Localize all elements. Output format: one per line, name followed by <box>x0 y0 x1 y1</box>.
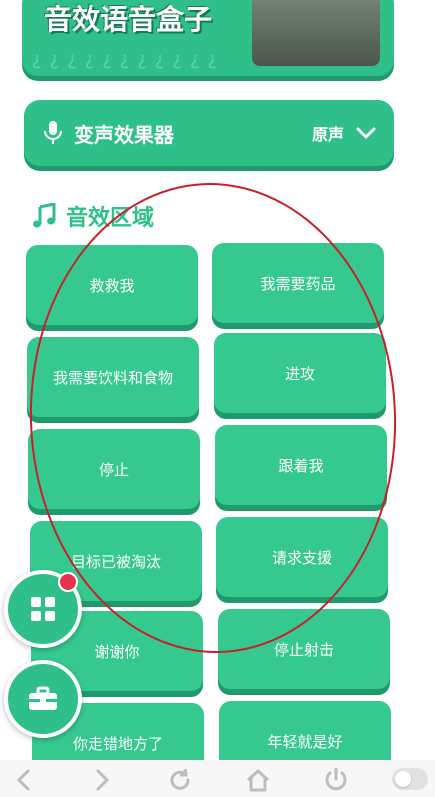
home-icon[interactable] <box>244 766 272 794</box>
microphone-icon <box>44 121 62 144</box>
toolbox-button[interactable] <box>4 660 82 738</box>
power-icon[interactable] <box>322 766 350 794</box>
forward-icon[interactable] <box>88 766 116 794</box>
chevron-down-icon <box>356 127 376 139</box>
sound-button[interactable]: 停止射击 <box>218 609 390 689</box>
sound-button[interactable]: 我需要药品 <box>212 243 384 323</box>
voice-changer-value: 原声 <box>311 125 344 144</box>
toggle-knob <box>395 771 411 787</box>
toolbox-icon <box>29 686 57 710</box>
sound-button[interactable]: 救救我 <box>26 245 198 325</box>
voice-changer-label: 变声效果器 <box>74 122 174 147</box>
sound-button[interactable]: 请求支援 <box>216 517 388 597</box>
sound-button[interactable]: 停止 <box>28 429 200 509</box>
avatar-image <box>252 0 380 66</box>
grid-icon <box>31 597 55 621</box>
notification-badge <box>58 572 78 592</box>
refresh-icon[interactable] <box>166 766 194 794</box>
sound-button[interactable]: 我需要饮料和食物 <box>27 337 199 417</box>
sound-button[interactable]: 跟着我 <box>215 425 387 505</box>
system-navigation-bar <box>0 760 435 797</box>
voice-changer-dropdown[interactable]: 变声效果器 原声 <box>24 100 394 166</box>
banner-title: 音效语音盒子 <box>44 3 213 36</box>
toggle-switch[interactable] <box>392 768 428 790</box>
grid-menu-button[interactable] <box>4 570 82 648</box>
section-title: 音效区域 <box>66 206 155 231</box>
back-icon[interactable] <box>10 766 38 794</box>
header-banner: ¿¿¿¿¿¿¿¿¿¿¿ 音效语音盒子 <box>22 0 394 76</box>
sound-button[interactable]: 进攻 <box>214 333 386 413</box>
banner-watermark: ¿¿¿¿¿¿¿¿¿¿¿ <box>32 49 226 70</box>
music-note-icon <box>33 203 56 228</box>
section-header: 音效区域 <box>32 200 154 232</box>
